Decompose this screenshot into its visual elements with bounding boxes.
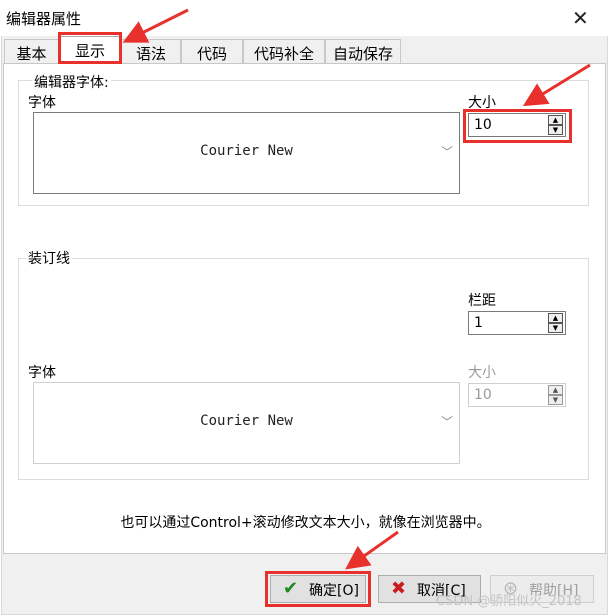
display-tab-panel: 编辑器字体: 字体 Courier New ﹀ 大小 10 ▲ ▼ 装订线 栏距… bbox=[3, 63, 606, 554]
spinner-arrows: ▲ ▼ bbox=[548, 385, 563, 405]
gutter-group-title: 装订线 bbox=[26, 248, 72, 268]
tab-code[interactable]: 代码 bbox=[181, 39, 243, 64]
gutter-size-value: 10 bbox=[474, 387, 492, 403]
x-icon: ✖ bbox=[391, 578, 407, 599]
title-bar: 编辑器属性 ✕ bbox=[0, 0, 609, 36]
gutter-margin-label: 栏距 bbox=[468, 293, 496, 309]
spin-up-icon[interactable]: ▲ bbox=[548, 313, 563, 323]
gutter-margin-value: 1 bbox=[474, 315, 483, 331]
scroll-hint-note: 也可以通过Control+滚动修改文本大小，就像在浏览器中。 bbox=[120, 515, 491, 531]
tab-basic[interactable]: 基本 bbox=[4, 39, 59, 64]
tab-syntax[interactable]: 语法 bbox=[121, 39, 181, 64]
window-title: 编辑器属性 bbox=[6, 10, 82, 28]
editor-font-group-title: 编辑器字体: bbox=[32, 72, 111, 92]
highlight-ok-button bbox=[265, 571, 371, 607]
editor-font-value: Courier New bbox=[200, 143, 293, 159]
spin-up-icon[interactable]: ▲ bbox=[548, 385, 563, 395]
editor-font-select[interactable]: Courier New ﹀ bbox=[33, 112, 460, 194]
spinner-arrows: ▲ ▼ bbox=[548, 313, 563, 333]
highlight-size-box bbox=[463, 109, 572, 143]
chevron-down-icon: ﹀ bbox=[440, 145, 453, 159]
highlight-display-tab bbox=[58, 32, 122, 64]
gutter-margin-spinner[interactable]: 1 ▲ ▼ bbox=[468, 311, 566, 335]
gutter-size-label: 大小 bbox=[468, 365, 496, 381]
spin-down-icon[interactable]: ▼ bbox=[548, 323, 563, 333]
chevron-down-icon: ﹀ bbox=[440, 415, 453, 429]
gutter-font-select[interactable]: Courier New ﹀ bbox=[33, 382, 460, 464]
gutter-font-value: Courier New bbox=[200, 413, 293, 429]
close-icon[interactable]: ✕ bbox=[572, 6, 589, 30]
tab-code-completion[interactable]: 代码补全 bbox=[243, 39, 325, 64]
gutter-size-spinner[interactable]: 10 ▲ ▼ bbox=[468, 383, 566, 407]
tab-autosave[interactable]: 自动保存 bbox=[325, 39, 401, 64]
gutter-font-label: 字体 bbox=[28, 365, 56, 381]
spin-down-icon[interactable]: ▼ bbox=[548, 395, 563, 405]
editor-font-label: 字体 bbox=[28, 95, 56, 111]
watermark: CSDN @骄阳似火_2018 bbox=[436, 594, 582, 609]
